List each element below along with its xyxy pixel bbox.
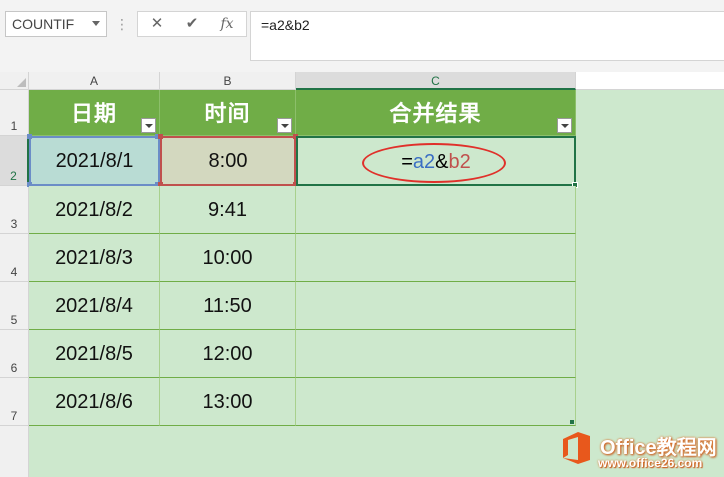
- filter-dropdown-icon[interactable]: [557, 118, 572, 133]
- cell-b7[interactable]: 13:00: [160, 378, 296, 426]
- row-header-2[interactable]: 2: [0, 136, 29, 186]
- enter-icon[interactable]: ✔: [179, 14, 205, 34]
- reference-handle[interactable]: [158, 134, 163, 139]
- name-box-value: COUNTIF: [12, 16, 75, 32]
- cell-b5[interactable]: 11:50: [160, 282, 296, 330]
- cell-b2[interactable]: 8:00: [160, 136, 296, 186]
- watermark-url: www.office26.com: [598, 456, 703, 470]
- more-options-icon[interactable]: ⋮: [115, 12, 129, 36]
- office-logo-icon: [561, 431, 591, 465]
- cell-b6[interactable]: 12:00: [160, 330, 296, 378]
- formula-input[interactable]: =a2&b2: [250, 11, 724, 61]
- chevron-down-icon[interactable]: [92, 21, 100, 26]
- cell-a4[interactable]: 2021/8/3: [29, 234, 160, 282]
- highlight-oval: [362, 143, 506, 183]
- select-all-button[interactable]: [0, 72, 29, 90]
- header-cell-result[interactable]: 合并结果: [296, 90, 576, 136]
- name-box[interactable]: COUNTIF: [5, 11, 107, 37]
- formula-text: =a2&b2: [261, 17, 310, 33]
- cell-a5[interactable]: 2021/8/4: [29, 282, 160, 330]
- row-header-7[interactable]: 7: [0, 378, 29, 426]
- table-resize-handle[interactable]: [570, 420, 574, 424]
- insert-function-icon[interactable]: fx: [214, 14, 240, 34]
- cancel-icon[interactable]: ✕: [144, 14, 170, 34]
- filter-dropdown-icon[interactable]: [141, 118, 156, 133]
- cell-b4[interactable]: 10:00: [160, 234, 296, 282]
- column-header-c[interactable]: C: [296, 72, 576, 90]
- cell-a2[interactable]: 2021/8/1: [29, 136, 160, 186]
- cell-a7[interactable]: 2021/8/6: [29, 378, 160, 426]
- cell-b3[interactable]: 9:41: [160, 186, 296, 234]
- row-header-6[interactable]: 6: [0, 330, 29, 378]
- row-header-1[interactable]: 1: [0, 90, 29, 136]
- cell-c6[interactable]: [296, 330, 576, 378]
- cell-c5[interactable]: [296, 282, 576, 330]
- filter-dropdown-icon[interactable]: [277, 118, 292, 133]
- cell-a3[interactable]: 2021/8/2: [29, 186, 160, 234]
- cell-c7[interactable]: [296, 378, 576, 426]
- cell-a6[interactable]: 2021/8/5: [29, 330, 160, 378]
- reference-handle[interactable]: [27, 134, 32, 139]
- select-all-icon: [17, 78, 26, 87]
- column-header-a[interactable]: A: [29, 72, 160, 90]
- formula-buttons: ✕ ✔ fx: [137, 11, 247, 37]
- row-header-4[interactable]: 4: [0, 234, 29, 282]
- row-header-5[interactable]: 5: [0, 282, 29, 330]
- row-header-8[interactable]: [0, 426, 29, 477]
- cell-c4[interactable]: [296, 234, 576, 282]
- column-header-b[interactable]: B: [160, 72, 296, 90]
- header-cell-date[interactable]: 日期: [29, 90, 160, 136]
- header-cell-time[interactable]: 时间: [160, 90, 296, 136]
- cell-c3[interactable]: [296, 186, 576, 234]
- row-header-3[interactable]: 3: [0, 186, 29, 234]
